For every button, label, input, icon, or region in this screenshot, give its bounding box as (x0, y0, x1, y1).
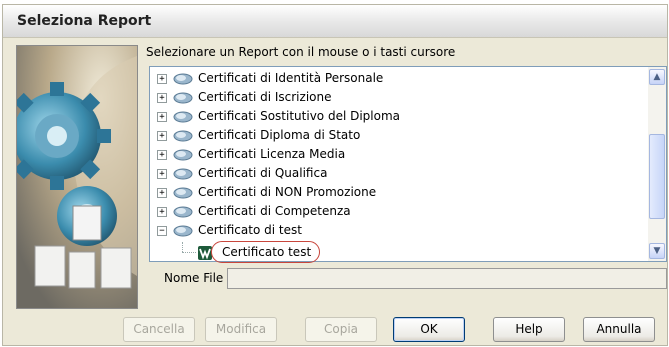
tree-item-label: Certificati di NON Promozione (198, 185, 377, 199)
expand-icon[interactable]: + (157, 150, 167, 160)
report-group-icon (173, 111, 193, 123)
expand-icon[interactable]: + (157, 112, 167, 122)
tree-connector-line (182, 242, 183, 252)
gear-illustration-icon (17, 46, 137, 308)
report-group-icon (173, 149, 193, 161)
report-group-icon (173, 206, 193, 218)
report-group-icon (173, 168, 193, 180)
annulla-button[interactable]: Annulla (583, 317, 655, 342)
tree-item-label: Certificati Diploma di Stato (198, 128, 361, 142)
report-group-icon (173, 130, 193, 142)
report-group-icon (173, 187, 193, 199)
ok-button[interactable]: OK (393, 317, 465, 342)
tree-scrollbar[interactable]: ▲ ▼ (648, 67, 666, 261)
report-group-icon (173, 92, 193, 104)
copia-button[interactable]: Copia (305, 317, 377, 342)
scroll-thumb[interactable] (649, 134, 665, 219)
scroll-down-button[interactable]: ▼ (649, 243, 665, 259)
tree-item-label: Certificati di Competenza (198, 204, 351, 218)
tree-item-label: Certificato di test (198, 223, 302, 237)
tree-item-label: Certificati Licenza Media (198, 147, 346, 161)
report-group-icon (173, 225, 193, 237)
expand-icon[interactable]: + (157, 74, 167, 84)
title-bar[interactable]: Seleziona Report (3, 5, 667, 38)
report-dialog: Seleziona Report Selezionare un Report c… (2, 4, 668, 346)
expand-icon[interactable]: + (157, 169, 167, 179)
report-tree[interactable]: + Certificati di Identità Personale + Certi… (149, 66, 667, 263)
decorative-gear-image (16, 45, 138, 309)
cancella-button[interactable]: Cancella (123, 317, 195, 342)
help-button[interactable]: Help (493, 317, 565, 342)
instruction-text: Selezionare un Report con il mouse o i t… (146, 45, 456, 59)
scroll-up-button[interactable]: ▲ (649, 69, 665, 85)
expand-icon[interactable]: + (157, 93, 167, 103)
tree-item-label: Certificati di Iscrizione (198, 90, 332, 104)
window-title: Seleziona Report (17, 13, 152, 29)
tree-item-label: Certificati Sostitutivo del Diploma (198, 109, 401, 123)
tree-item-label: Certificati di Qualifica (198, 166, 328, 180)
report-group-icon (173, 73, 193, 85)
filename-label: Nome File (164, 271, 224, 285)
expand-icon[interactable]: + (157, 131, 167, 141)
filename-input[interactable] (227, 268, 667, 289)
expand-icon[interactable]: + (157, 207, 167, 217)
tree-connector-line (182, 252, 196, 253)
collapse-icon[interactable]: − (157, 226, 167, 236)
tree-item-label: Certificati di Identità Personale (198, 71, 384, 85)
tree-child-label[interactable]: Certificato test (211, 241, 321, 263)
expand-icon[interactable]: + (157, 188, 167, 198)
modifica-button[interactable]: Modifica (205, 317, 277, 342)
